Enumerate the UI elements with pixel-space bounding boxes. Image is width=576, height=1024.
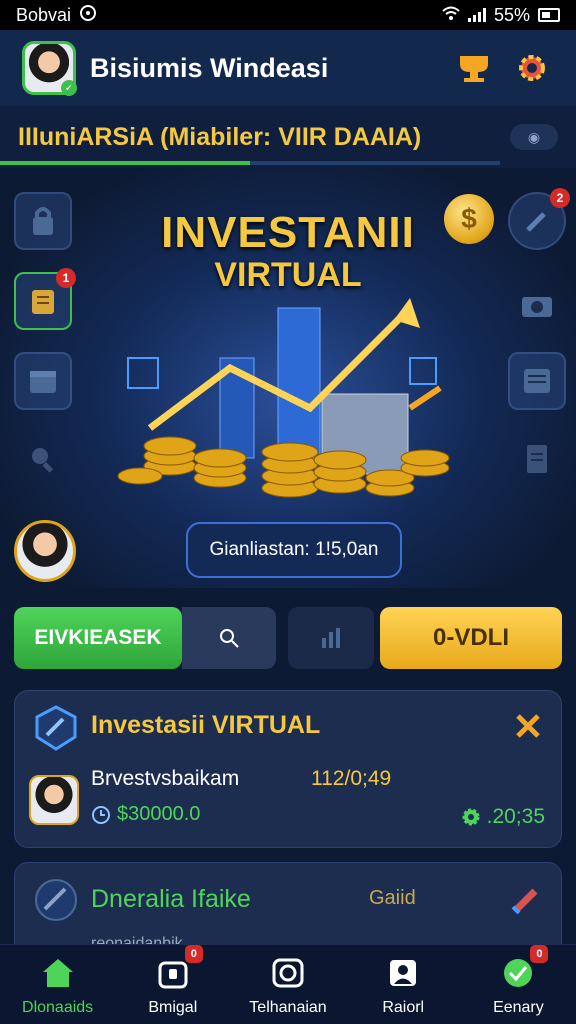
investment-illustration (117, 298, 450, 498)
gear-icon (519, 55, 545, 81)
nav-label: Eenary (493, 998, 544, 1016)
nav-profile[interactable]: Raiorl (346, 945, 461, 1024)
clock-icon (92, 805, 110, 824)
camera-icon (522, 297, 552, 317)
gear-icon (462, 808, 480, 826)
camera-icon (268, 953, 308, 993)
chart-action-button[interactable] (288, 607, 374, 669)
home-icon (38, 953, 78, 993)
card-title: Investasii VIRTUAL (91, 711, 321, 739)
nav-label: Bmigal (148, 998, 198, 1016)
nav-camera[interactable]: Telhanaian (230, 945, 345, 1024)
calendar-button[interactable] (14, 352, 72, 410)
battery-icon (538, 8, 560, 22)
user-avatar[interactable] (14, 520, 76, 582)
balance-display[interactable]: Gianliastan: 1!5,0an (186, 522, 402, 578)
settings-button[interactable] (510, 46, 554, 90)
nav-badge: 0 (184, 944, 203, 963)
rocket-icon[interactable] (507, 883, 543, 919)
status-bar: Bobvai 55% (0, 0, 576, 30)
bag-icon: 0 (153, 944, 203, 993)
card-avatar (29, 775, 79, 825)
nav-label: Raiorl (382, 998, 425, 1016)
card-rate: .20;35 (461, 805, 545, 829)
news-button[interactable] (508, 352, 566, 410)
nav-bag[interactable]: 0 Bmigal (115, 944, 230, 1024)
search-button[interactable] (14, 430, 72, 488)
ticker-progress (0, 161, 500, 165)
hero-subtitle: VIRTUAL (214, 256, 362, 294)
hero-banner: 1 2 INVESTANII VIRTUAL $ Gianliastan: 1!… (0, 168, 576, 588)
badge-icon (35, 879, 77, 921)
calendar-icon (30, 371, 56, 393)
nav-label: Telhanaian (249, 998, 327, 1016)
document-icon (527, 445, 547, 473)
card-date: 112/0;49 (311, 767, 392, 790)
shield-icon (35, 705, 77, 751)
secondary-action-button[interactable]: 0-VDLI (380, 607, 562, 669)
investment-card[interactable]: Investasii VIRTUAL Brvestvsbaikam 112/0;… (14, 690, 562, 848)
ticker-banner: IIIuniARSiA (Miabiler: VIIR DAAIA) ◉ (0, 106, 576, 168)
eye-icon: ◉ (527, 128, 541, 145)
ticker-toggle-button[interactable]: ◉ (510, 124, 558, 150)
app-title: Bisiumis Windeasi (90, 52, 329, 83)
bottom-navigation: Dlonaaids 0 Bmigal Telhanaian Raiorl 0 E… (0, 944, 576, 1024)
battery-percent: 55% (493, 4, 530, 25)
ticker-text: IIIuniARSiA (Miabiler: VIIR DAAIA) (18, 122, 422, 151)
coin-icon: $ (444, 194, 494, 244)
card-amount-value: $30000.0 (117, 803, 201, 825)
trophy-icon (460, 56, 488, 82)
news-icon (524, 369, 550, 393)
close-icon[interactable] (513, 711, 543, 741)
trophy-button[interactable] (452, 46, 496, 90)
wifi-icon (442, 5, 460, 26)
app-header: ✓ Bisiumis Windeasi (0, 30, 576, 106)
profile-avatar[interactable]: ✓ (22, 41, 77, 96)
card-status: Gaiid (369, 887, 416, 909)
card-user-name: Brvestvsbaikam (91, 767, 240, 790)
notification-icon (79, 4, 97, 27)
search-action-button[interactable] (182, 607, 276, 669)
card-title: Dneralia Ifaike (91, 885, 251, 913)
nav-energy[interactable]: 0 Eenary (461, 944, 576, 1024)
nav-badge: 0 (530, 944, 549, 963)
notification-badge: 2 (550, 188, 570, 208)
ticker-progress-fill (0, 161, 250, 165)
card-amount: $30000.0 (91, 803, 200, 826)
carrier-label: Bobvai (16, 4, 72, 25)
card-rate-value: .20;35 (486, 805, 545, 828)
verified-icon: ✓ (61, 80, 77, 96)
primary-action-button[interactable]: EIVKIEASEK (14, 607, 182, 669)
document-button[interactable] (508, 430, 566, 488)
search-icon (32, 448, 54, 473)
nav-home[interactable]: Dlonaaids (0, 945, 115, 1024)
nav-label: Dlonaaids (22, 998, 94, 1016)
search-icon (220, 629, 239, 648)
action-row: EIVKIEASEK 0-VDLI (14, 607, 564, 671)
signal-icon (467, 8, 486, 22)
check-icon: 0 (498, 944, 549, 993)
profile-icon (383, 953, 423, 993)
chart-icon (322, 628, 340, 648)
